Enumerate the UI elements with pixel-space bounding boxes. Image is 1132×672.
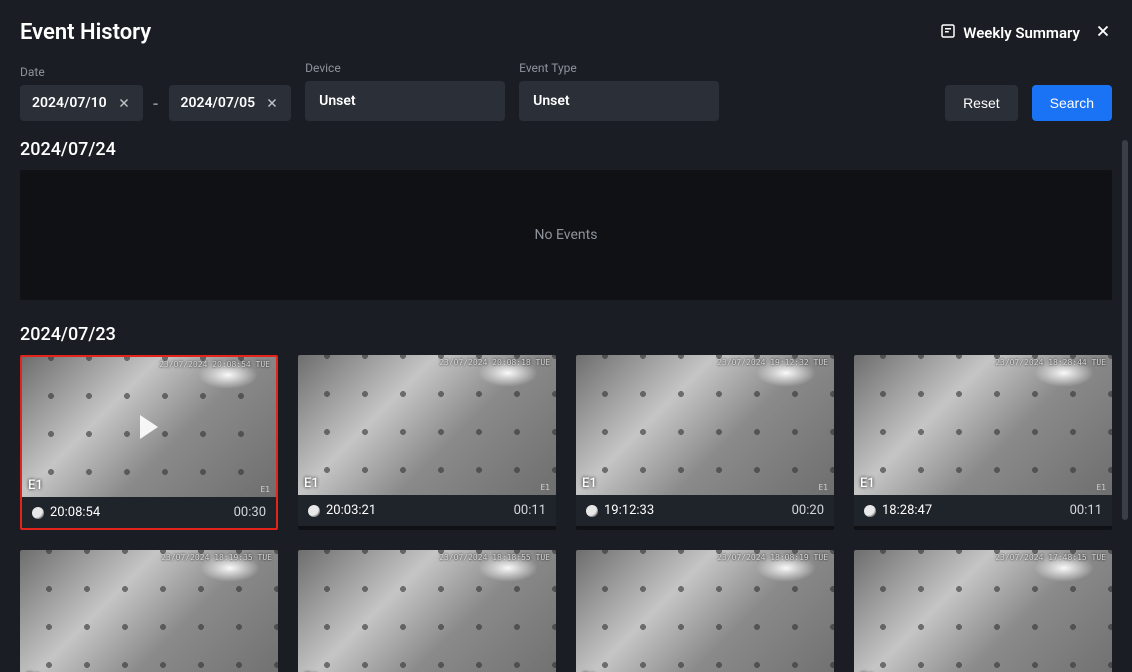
device-filter-label: Device [305,61,505,75]
date-filter-label: Date [20,65,291,79]
thumbnail-timestamp: 23/07/2024 17:48:15 TUE [995,553,1106,562]
reset-button[interactable]: Reset [945,85,1018,121]
clear-date-to-icon[interactable] [265,96,279,110]
weekly-summary-label: Weekly Summary [963,24,1080,42]
weekly-summary-button[interactable]: Weekly Summary [939,22,1080,44]
event-thumbnail: 23/07/2024 19:12:32 TUE E1 E1 [576,355,834,495]
device-select[interactable]: Unset [305,81,505,121]
camera-label: E1 [28,478,43,493]
event-card[interactable]: 23/07/2024 19:12:32 TUE E1 E1 19:12:33 0… [576,355,834,530]
camera-label: E1 [304,476,319,491]
date-from-value: 2024/07/10 [32,95,107,111]
event-card[interactable]: 23/07/2024 20:08:18 TUE E1 E1 20:03:21 0… [298,355,556,530]
thumbnail-timestamp: 23/07/2024 18:18:55 TUE [439,553,550,562]
event-time: 18:28:47 [882,503,932,518]
camera-label-small: E1 [818,483,828,492]
thumbnail-timestamp: 23/07/2024 19:12:32 TUE [717,358,828,367]
camera-label-small: E1 [260,485,270,494]
thumbnail-timestamp: 23/07/2024 20:08:54 TUE [159,360,270,369]
section-date-heading: 2024/07/23 [20,324,1112,345]
play-icon [140,415,158,439]
night-icon [864,505,876,517]
event-duration: 00:11 [514,503,546,518]
event-type-select[interactable]: Unset [519,81,719,121]
event-thumbnail: 23/07/2024 20:08:18 TUE E1 E1 [298,355,556,495]
night-icon [308,505,320,517]
camera-label: E1 [860,476,875,491]
thumbnail-timestamp: 23/07/2024 18:19:35 TUE [161,553,272,562]
camera-label-small: E1 [1096,483,1106,492]
camera-label-small: E1 [540,483,550,492]
event-duration: 00:20 [792,503,824,518]
event-duration: 00:30 [234,505,266,520]
event-thumbnail: 23/07/2024 18:18:55 TUE E1 [298,550,556,672]
camera-label: E1 [582,476,597,491]
event-thumbnail: 23/07/2024 18:28:44 TUE E1 E1 [854,355,1112,495]
event-time: 19:12:33 [604,503,654,518]
section-date-heading: 2024/07/24 [20,139,1112,160]
event-card[interactable]: 23/07/2024 17:48:15 TUE E1 [854,550,1112,672]
event-thumbnail: 23/07/2024 18:08:19 TUE E1 [576,550,834,672]
scrollbar[interactable] [1122,140,1128,520]
event-card[interactable]: 23/07/2024 18:08:19 TUE E1 [576,550,834,672]
date-from-input[interactable]: 2024/07/10 [20,85,143,121]
night-icon [586,505,598,517]
no-events-message: No Events [20,170,1112,300]
event-card[interactable]: 23/07/2024 18:19:35 TUE E1 [20,550,278,672]
event-thumbnail: 23/07/2024 20:08:54 TUE E1 E1 [22,357,276,497]
event-time: 20:03:21 [326,503,376,518]
date-to-input[interactable]: 2024/07/05 [169,85,292,121]
event-type-filter-label: Event Type [519,61,719,75]
event-thumbnail: 23/07/2024 17:48:15 TUE E1 [854,550,1112,672]
night-icon [32,507,44,519]
page-title: Event History [20,20,151,45]
close-icon [1094,22,1112,44]
thumbnail-timestamp: 23/07/2024 18:08:19 TUE [717,553,828,562]
search-button[interactable]: Search [1032,85,1112,121]
thumbnail-timestamp: 23/07/2024 18:28:44 TUE [995,358,1106,367]
clear-date-from-icon[interactable] [117,96,131,110]
thumbnail-timestamp: 23/07/2024 20:08:18 TUE [439,358,550,367]
event-card[interactable]: 23/07/2024 18:28:44 TUE E1 E1 18:28:47 0… [854,355,1112,530]
date-range-separator: - [153,94,159,113]
event-card[interactable]: 23/07/2024 20:08:54 TUE E1 E1 20:08:54 0… [20,355,278,530]
date-to-value: 2024/07/05 [181,95,256,111]
event-time: 20:08:54 [50,505,100,520]
event-thumbnail: 23/07/2024 18:19:35 TUE E1 [20,550,278,672]
summary-icon [939,22,957,44]
event-duration: 00:11 [1070,503,1102,518]
event-grid: 23/07/2024 20:08:54 TUE E1 E1 20:08:54 0… [20,355,1112,672]
close-button[interactable] [1094,22,1112,44]
event-card[interactable]: 23/07/2024 18:18:55 TUE E1 [298,550,556,672]
